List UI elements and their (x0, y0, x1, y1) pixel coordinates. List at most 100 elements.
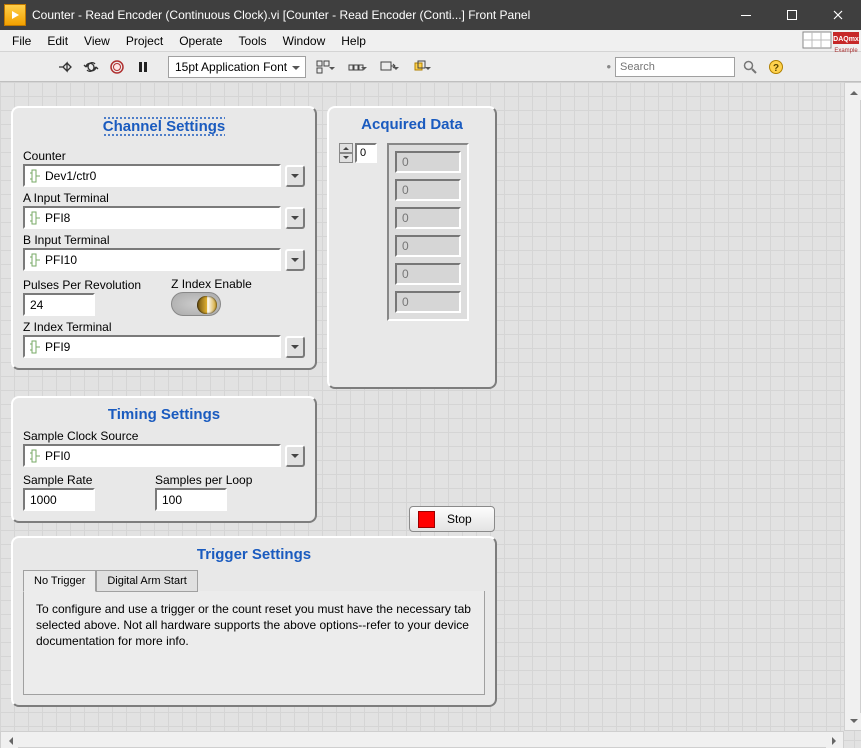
tab-no-trigger[interactable]: No Trigger (23, 570, 96, 592)
sample-rate-value: 1000 (30, 493, 57, 507)
b-terminal-value: PFI10 (45, 253, 77, 267)
vertical-scrollbar[interactable] (844, 82, 861, 731)
title-bar: Counter - Read Encoder (Continuous Clock… (0, 0, 861, 30)
maximize-button[interactable] (769, 0, 815, 30)
menu-window[interactable]: Window (275, 32, 334, 50)
acquired-data-cluster: Acquired Data 0 0 0 0 0 0 0 (327, 106, 497, 389)
menu-project[interactable]: Project (118, 32, 171, 50)
ppr-label: Pulses Per Revolution (23, 278, 141, 292)
svg-text:?: ? (773, 63, 779, 74)
search-icon[interactable] (739, 56, 761, 78)
stop-button-label: Stop (447, 512, 472, 526)
trigger-tab-page: To configure and use a trigger or the co… (23, 591, 485, 695)
acquired-array: 0 0 0 0 0 0 (387, 143, 469, 321)
abort-button[interactable] (106, 56, 128, 78)
ppr-field[interactable]: 24 (23, 293, 95, 316)
io-channel-icon (29, 449, 41, 463)
svg-text:DAQmx: DAQmx (833, 36, 859, 43)
timing-settings-cluster: Timing Settings Sample Clock Source PFI0… (11, 396, 317, 523)
counter-value: Dev1/ctr0 (45, 169, 96, 183)
trigger-help-text: To configure and use a trigger or the co… (36, 601, 472, 650)
scroll-down-button[interactable] (845, 713, 861, 730)
array-cell: 0 (395, 291, 461, 313)
counter-dropdown[interactable] (285, 165, 305, 187)
stop-icon (418, 511, 435, 528)
menu-operate[interactable]: Operate (171, 32, 230, 50)
font-selector[interactable]: 15pt Application Font (168, 56, 306, 78)
scroll-right-button[interactable] (826, 732, 843, 748)
array-cell: 0 (395, 179, 461, 201)
z-terminal-value: PFI9 (45, 340, 70, 354)
trigger-title: Trigger Settings (23, 546, 485, 563)
samples-per-loop-value: 100 (162, 493, 182, 507)
trigger-settings-cluster: Trigger Settings No Trigger Digital Arm … (11, 536, 497, 707)
menu-file[interactable]: File (4, 32, 39, 50)
search-input[interactable] (615, 57, 735, 77)
timing-title: Timing Settings (23, 406, 305, 423)
help-icon[interactable]: ? (765, 56, 787, 78)
run-button[interactable] (54, 56, 76, 78)
samples-per-loop-label: Samples per Loop (155, 473, 252, 487)
chevron-down-icon[interactable] (339, 153, 353, 163)
z-enable-label: Z Index Enable (171, 277, 252, 291)
io-channel-icon (29, 340, 41, 354)
pause-button[interactable] (132, 56, 154, 78)
b-terminal-field[interactable]: PFI10 (23, 248, 281, 271)
b-terminal-dropdown[interactable] (285, 249, 305, 271)
z-terminal-label: Z Index Terminal (23, 320, 305, 334)
font-selector-label: 15pt Application Font (175, 60, 287, 74)
tab-digital-arm-start[interactable]: Digital Arm Start (96, 570, 197, 592)
z-terminal-field[interactable]: PFI9 (23, 335, 281, 358)
z-terminal-dropdown[interactable] (285, 336, 305, 358)
menu-bar: File Edit View Project Operate Tools Win… (0, 30, 861, 52)
chevron-up-icon[interactable] (339, 143, 353, 153)
a-terminal-field[interactable]: PFI8 (23, 206, 281, 229)
search-separator: • (606, 59, 611, 74)
clock-source-dropdown[interactable] (285, 445, 305, 467)
a-terminal-value: PFI8 (45, 211, 70, 225)
channel-settings-cluster: Channel Settings Counter Dev1/ctr0 A Inp… (11, 106, 317, 370)
array-index-field[interactable]: 0 (355, 143, 377, 163)
counter-field[interactable]: Dev1/ctr0 (23, 164, 281, 187)
run-continuous-button[interactable] (80, 56, 102, 78)
array-cell: 0 (395, 151, 461, 173)
clock-source-label: Sample Clock Source (23, 429, 305, 443)
scroll-left-button[interactable] (1, 732, 18, 748)
clock-source-value: PFI0 (45, 449, 70, 463)
io-channel-icon (29, 211, 41, 225)
horizontal-scrollbar[interactable] (0, 731, 844, 748)
array-index-value: 0 (360, 147, 366, 159)
front-panel-canvas[interactable]: Channel Settings Counter Dev1/ctr0 A Inp… (0, 82, 861, 748)
sample-rate-field[interactable]: 1000 (23, 488, 95, 511)
minimize-button[interactable] (723, 0, 769, 30)
distribute-objects-button[interactable] (342, 56, 370, 78)
align-objects-button[interactable] (310, 56, 338, 78)
a-terminal-dropdown[interactable] (285, 207, 305, 229)
io-channel-icon (29, 169, 41, 183)
ppr-value: 24 (30, 298, 43, 312)
menu-view[interactable]: View (76, 32, 118, 50)
menu-tools[interactable]: Tools (231, 32, 275, 50)
scroll-up-button[interactable] (845, 83, 861, 100)
array-cell: 0 (395, 235, 461, 257)
io-channel-icon (29, 253, 41, 267)
samples-per-loop-field[interactable]: 100 (155, 488, 227, 511)
stop-button[interactable]: Stop (409, 506, 495, 532)
clock-source-field[interactable]: PFI0 (23, 444, 281, 467)
resize-objects-button[interactable] (374, 56, 402, 78)
array-cell: 0 (395, 263, 461, 285)
a-terminal-label: A Input Terminal (23, 191, 305, 205)
sample-rate-label: Sample Rate (23, 473, 95, 487)
channel-settings-title: Channel Settings (103, 116, 226, 137)
menu-help[interactable]: Help (333, 32, 374, 50)
counter-label: Counter (23, 149, 305, 163)
array-index-spinner[interactable] (339, 143, 353, 163)
menu-edit[interactable]: Edit (39, 32, 76, 50)
close-button[interactable] (815, 0, 861, 30)
window-title: Counter - Read Encoder (Continuous Clock… (32, 8, 723, 22)
b-terminal-label: B Input Terminal (23, 233, 305, 247)
reorder-button[interactable] (406, 56, 434, 78)
acquired-title: Acquired Data (339, 116, 485, 133)
toolbar: 15pt Application Font • ? (0, 52, 861, 82)
z-enable-toggle[interactable] (171, 292, 221, 316)
